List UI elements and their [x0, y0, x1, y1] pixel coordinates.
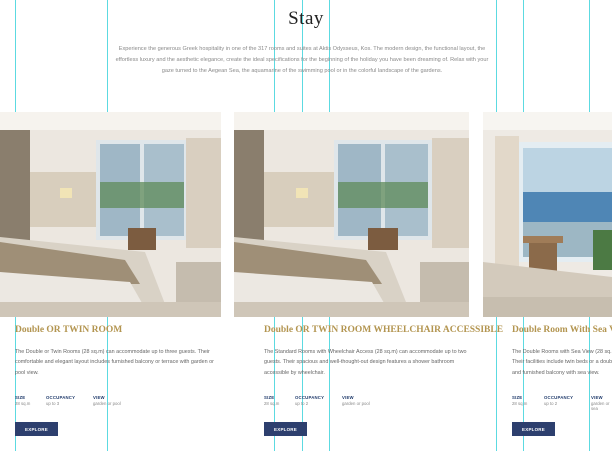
room-description: The Double Rooms with Sea View (28 sq.m)…: [512, 349, 612, 376]
explore-button[interactable]: EXPLORE: [15, 422, 58, 436]
spec-occupancy: OCCUPANCY up to 2: [295, 395, 324, 406]
room-title[interactable]: Double OR TWIN ROOM: [15, 325, 122, 335]
spec-label: VIEW: [93, 395, 105, 400]
spec-label: SIZE: [264, 395, 275, 400]
room-photo[interactable]: [0, 112, 221, 317]
spec-label: OCCUPANCY: [46, 395, 76, 400]
explore-button[interactable]: EXPLORE: [264, 422, 307, 436]
room-title[interactable]: Double Room With Sea View: [512, 325, 612, 335]
spec-value: garden or sea: [591, 401, 610, 411]
spec-value: 28 sq.m: [264, 401, 280, 406]
spec-label: SIZE: [512, 395, 523, 400]
spec-size: SIZE 28 sq.m: [512, 395, 527, 406]
spec-label: OCCUPANCY: [544, 395, 574, 400]
spec-view: VIEW garden or sea: [591, 395, 612, 411]
spec-view: VIEW garden or pool: [342, 395, 370, 406]
spec-value: garden or pool: [93, 401, 121, 406]
spec-view: VIEW garden or pool: [93, 395, 121, 406]
spec-size: SIZE 28 sq.m: [264, 395, 279, 406]
spec-value: up to 2: [544, 401, 558, 406]
spec-occupancy: OCCUPANCY up to 3: [46, 395, 75, 406]
room-photo[interactable]: [234, 112, 469, 317]
room-description: The Double or Twin Rooms (28 sq.m) can a…: [15, 349, 214, 376]
section-title: Stay: [288, 8, 324, 29]
spec-occupancy: OCCUPANCY up to 2: [544, 395, 573, 406]
spec-value: 28 sq.m: [512, 401, 528, 406]
room-description: The Standard Rooms with Wheelchair Acces…: [264, 349, 467, 376]
explore-button[interactable]: EXPLORE: [512, 422, 555, 436]
room-title[interactable]: Double OR TWIN ROOM WHEELCHAIR ACCESSIBL…: [264, 325, 503, 335]
spec-label: SIZE: [15, 395, 26, 400]
spec-label: VIEW: [591, 395, 603, 400]
room-photo[interactable]: [483, 112, 612, 317]
spec-value: up to 2: [295, 401, 309, 406]
section-intro: Experience the generous Greek hospitalit…: [115, 46, 489, 74]
spec-size: SIZE 28 sq.m: [15, 395, 30, 406]
room-card: Double Room With Sea View The Double Roo…: [483, 112, 612, 442]
spec-value: 28 sq.m: [15, 401, 31, 406]
spec-label: OCCUPANCY: [295, 395, 325, 400]
spec-value: garden or pool: [342, 401, 370, 406]
spec-value: up to 3: [46, 401, 60, 406]
spec-label: VIEW: [342, 395, 354, 400]
